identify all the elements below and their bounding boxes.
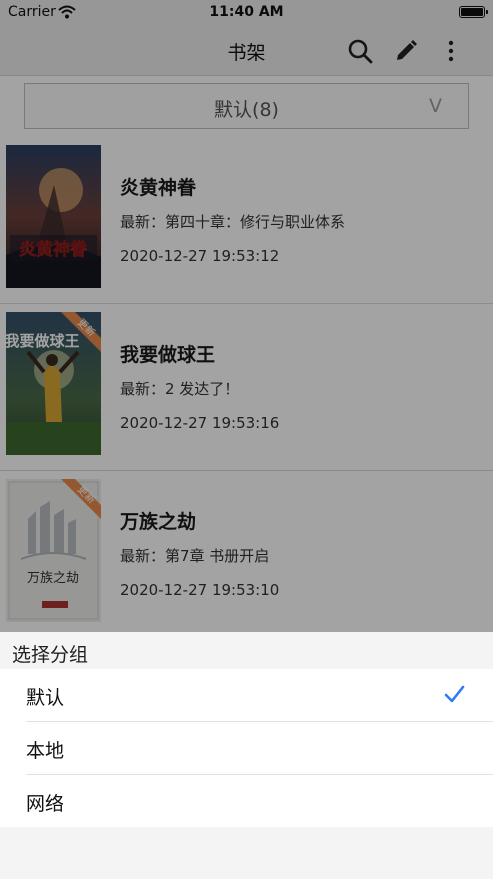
sheet-title: 选择分组 bbox=[12, 644, 89, 666]
group-option-label: 网络 bbox=[26, 793, 65, 815]
group-option-label: 默认 bbox=[26, 687, 65, 709]
group-option-label: 本地 bbox=[26, 740, 65, 762]
checkmark-icon bbox=[443, 683, 465, 709]
sheet-bottom-area bbox=[0, 827, 493, 879]
group-option-local[interactable]: 本地 bbox=[0, 722, 493, 775]
group-option-default[interactable]: 默认 bbox=[0, 669, 493, 722]
group-option-list: 默认 本地 网络 bbox=[0, 669, 493, 828]
group-picker-sheet: 选择分组 默认 本地 网络 bbox=[0, 632, 493, 879]
group-option-network[interactable]: 网络 bbox=[0, 775, 493, 828]
